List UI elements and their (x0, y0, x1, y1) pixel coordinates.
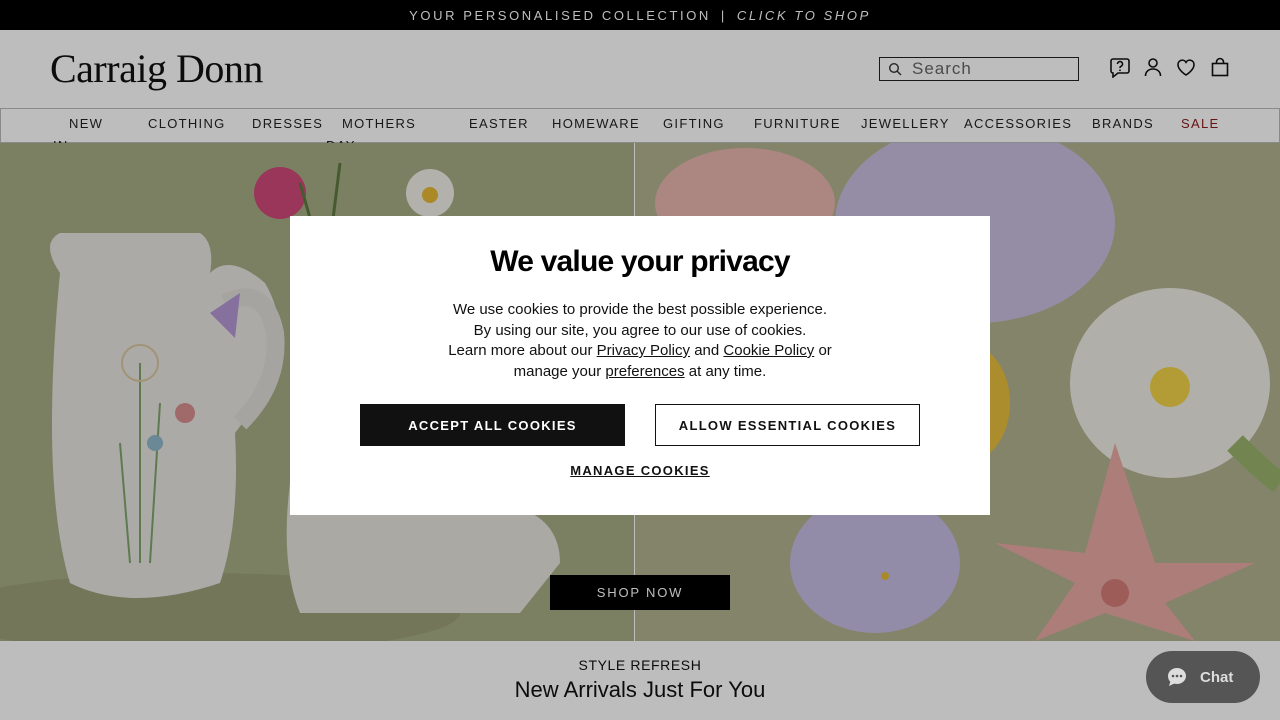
cookie-text-manage-your: manage your (513, 362, 602, 380)
privacy-policy-link[interactable]: Privacy Policy (597, 342, 690, 359)
cookie-dialog-title: We value your privacy (490, 245, 790, 278)
manage-cookies-container: MANAGE COOKIES (290, 463, 990, 478)
cookie-consent-dialog: We value your privacy We use cookies to … (290, 216, 990, 515)
cookie-text-and: and (694, 342, 720, 359)
cookie-policy-link[interactable]: Cookie Policy (723, 342, 814, 359)
cookie-text-learn-more: Learn more about our (448, 342, 593, 359)
cookie-dialog-text: We use cookies to provide the best possi… (390, 300, 890, 382)
chat-label: Chat (1200, 668, 1234, 686)
accept-all-cookies-button[interactable]: ACCEPT ALL COOKIES (360, 404, 625, 446)
manage-cookies-link[interactable]: MANAGE COOKIES (570, 463, 710, 478)
cookie-text-line2: By using our site, you agree to our use … (473, 321, 807, 339)
cookie-text-or: or (818, 342, 832, 359)
cookie-text-line4: manage your preferences at any time. (390, 362, 890, 383)
cookie-text-line1: We use cookies to provide the best possi… (452, 301, 828, 318)
cookie-text-line3: Learn more about our Privacy Policy and … (390, 341, 890, 362)
chat-bubble-icon (1168, 668, 1186, 686)
preferences-link[interactable]: preferences (605, 363, 684, 380)
cookie-text-any-time: at any time. (688, 362, 767, 380)
allow-essential-cookies-button[interactable]: ALLOW ESSENTIAL COOKIES (655, 404, 920, 446)
chat-widget-button[interactable]: Chat (1146, 651, 1260, 703)
